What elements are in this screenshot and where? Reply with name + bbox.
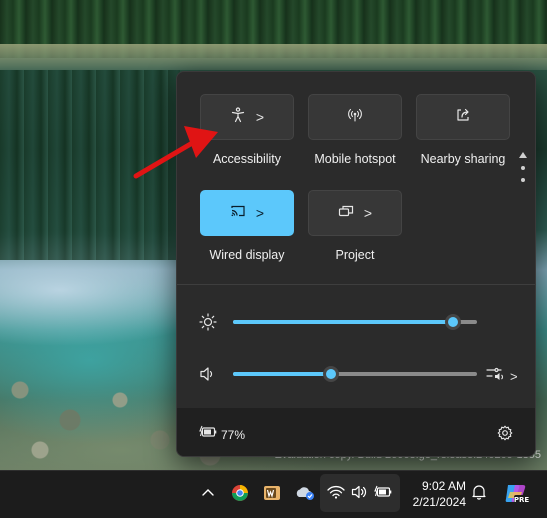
cast-icon — [230, 203, 246, 224]
tile-label-nearby-sharing: Nearby sharing — [420, 152, 506, 166]
brightness-slider-thumb[interactable] — [444, 314, 461, 330]
brightness-slider-fill — [233, 320, 453, 324]
audio-output-button[interactable]: > — [486, 366, 518, 387]
tile-project[interactable]: > — [308, 190, 402, 236]
annotation-arrow — [133, 126, 218, 179]
word-icon[interactable] — [261, 482, 283, 504]
chevron-right-icon: > — [510, 369, 518, 384]
speaker-icon[interactable] — [350, 484, 368, 500]
divider — [177, 284, 535, 285]
tile-label-project: Project — [335, 248, 375, 262]
page-dot — [521, 166, 525, 170]
tile-label-mobile-hotspot: Mobile hotspot — [314, 152, 396, 166]
hotspot-icon — [347, 107, 363, 128]
gear-icon[interactable] — [497, 425, 513, 446]
share-icon — [455, 107, 471, 128]
taskbar-clock[interactable]: 9:02 AM 2/21/2024 — [404, 478, 466, 510]
tile-wired-display[interactable]: > — [200, 190, 294, 236]
volume-slider-thumb[interactable] — [322, 366, 339, 382]
volume-slider-fill — [233, 372, 331, 376]
quick-settings-footer: 77% — [177, 408, 535, 456]
chevron-right-icon: > — [255, 109, 265, 125]
project-icon — [338, 203, 354, 224]
battery-percentage[interactable]: 77% — [221, 428, 245, 442]
clock-date: 2/21/2024 — [412, 495, 466, 509]
battery-icon[interactable] — [373, 484, 393, 500]
copilot-pre-badge: PRE — [514, 496, 529, 504]
wallpaper-shore — [0, 44, 547, 70]
onedrive-icon[interactable] — [293, 483, 317, 503]
chevron-right-icon: > — [363, 205, 373, 221]
volume-slider[interactable] — [233, 366, 477, 382]
quick-settings-panel: > Accessibility Mobile hotspot Nearby sh… — [176, 71, 536, 457]
battery-charging-icon[interactable] — [199, 425, 217, 444]
chevron-up-icon[interactable] — [200, 484, 216, 500]
chevron-right-icon: > — [255, 205, 265, 221]
bell-icon[interactable] — [470, 483, 488, 501]
wifi-icon[interactable] — [327, 484, 345, 500]
clock-time: 9:02 AM — [421, 479, 466, 493]
brightness-icon — [199, 313, 217, 336]
chrome-icon[interactable] — [229, 482, 251, 504]
page-up-arrow-icon[interactable] — [519, 152, 527, 158]
copilot-icon[interactable]: PRE — [502, 479, 530, 507]
tile-nearby-sharing[interactable] — [416, 94, 510, 140]
accessibility-icon — [230, 106, 246, 128]
audio-output-icon — [486, 366, 506, 387]
tile-label-wired-display: Wired display — [209, 248, 285, 262]
page-indicator[interactable] — [518, 152, 528, 182]
page-dot — [521, 178, 525, 182]
tile-mobile-hotspot[interactable] — [308, 94, 402, 140]
brightness-slider[interactable] — [233, 314, 477, 330]
volume-icon[interactable] — [199, 366, 217, 387]
